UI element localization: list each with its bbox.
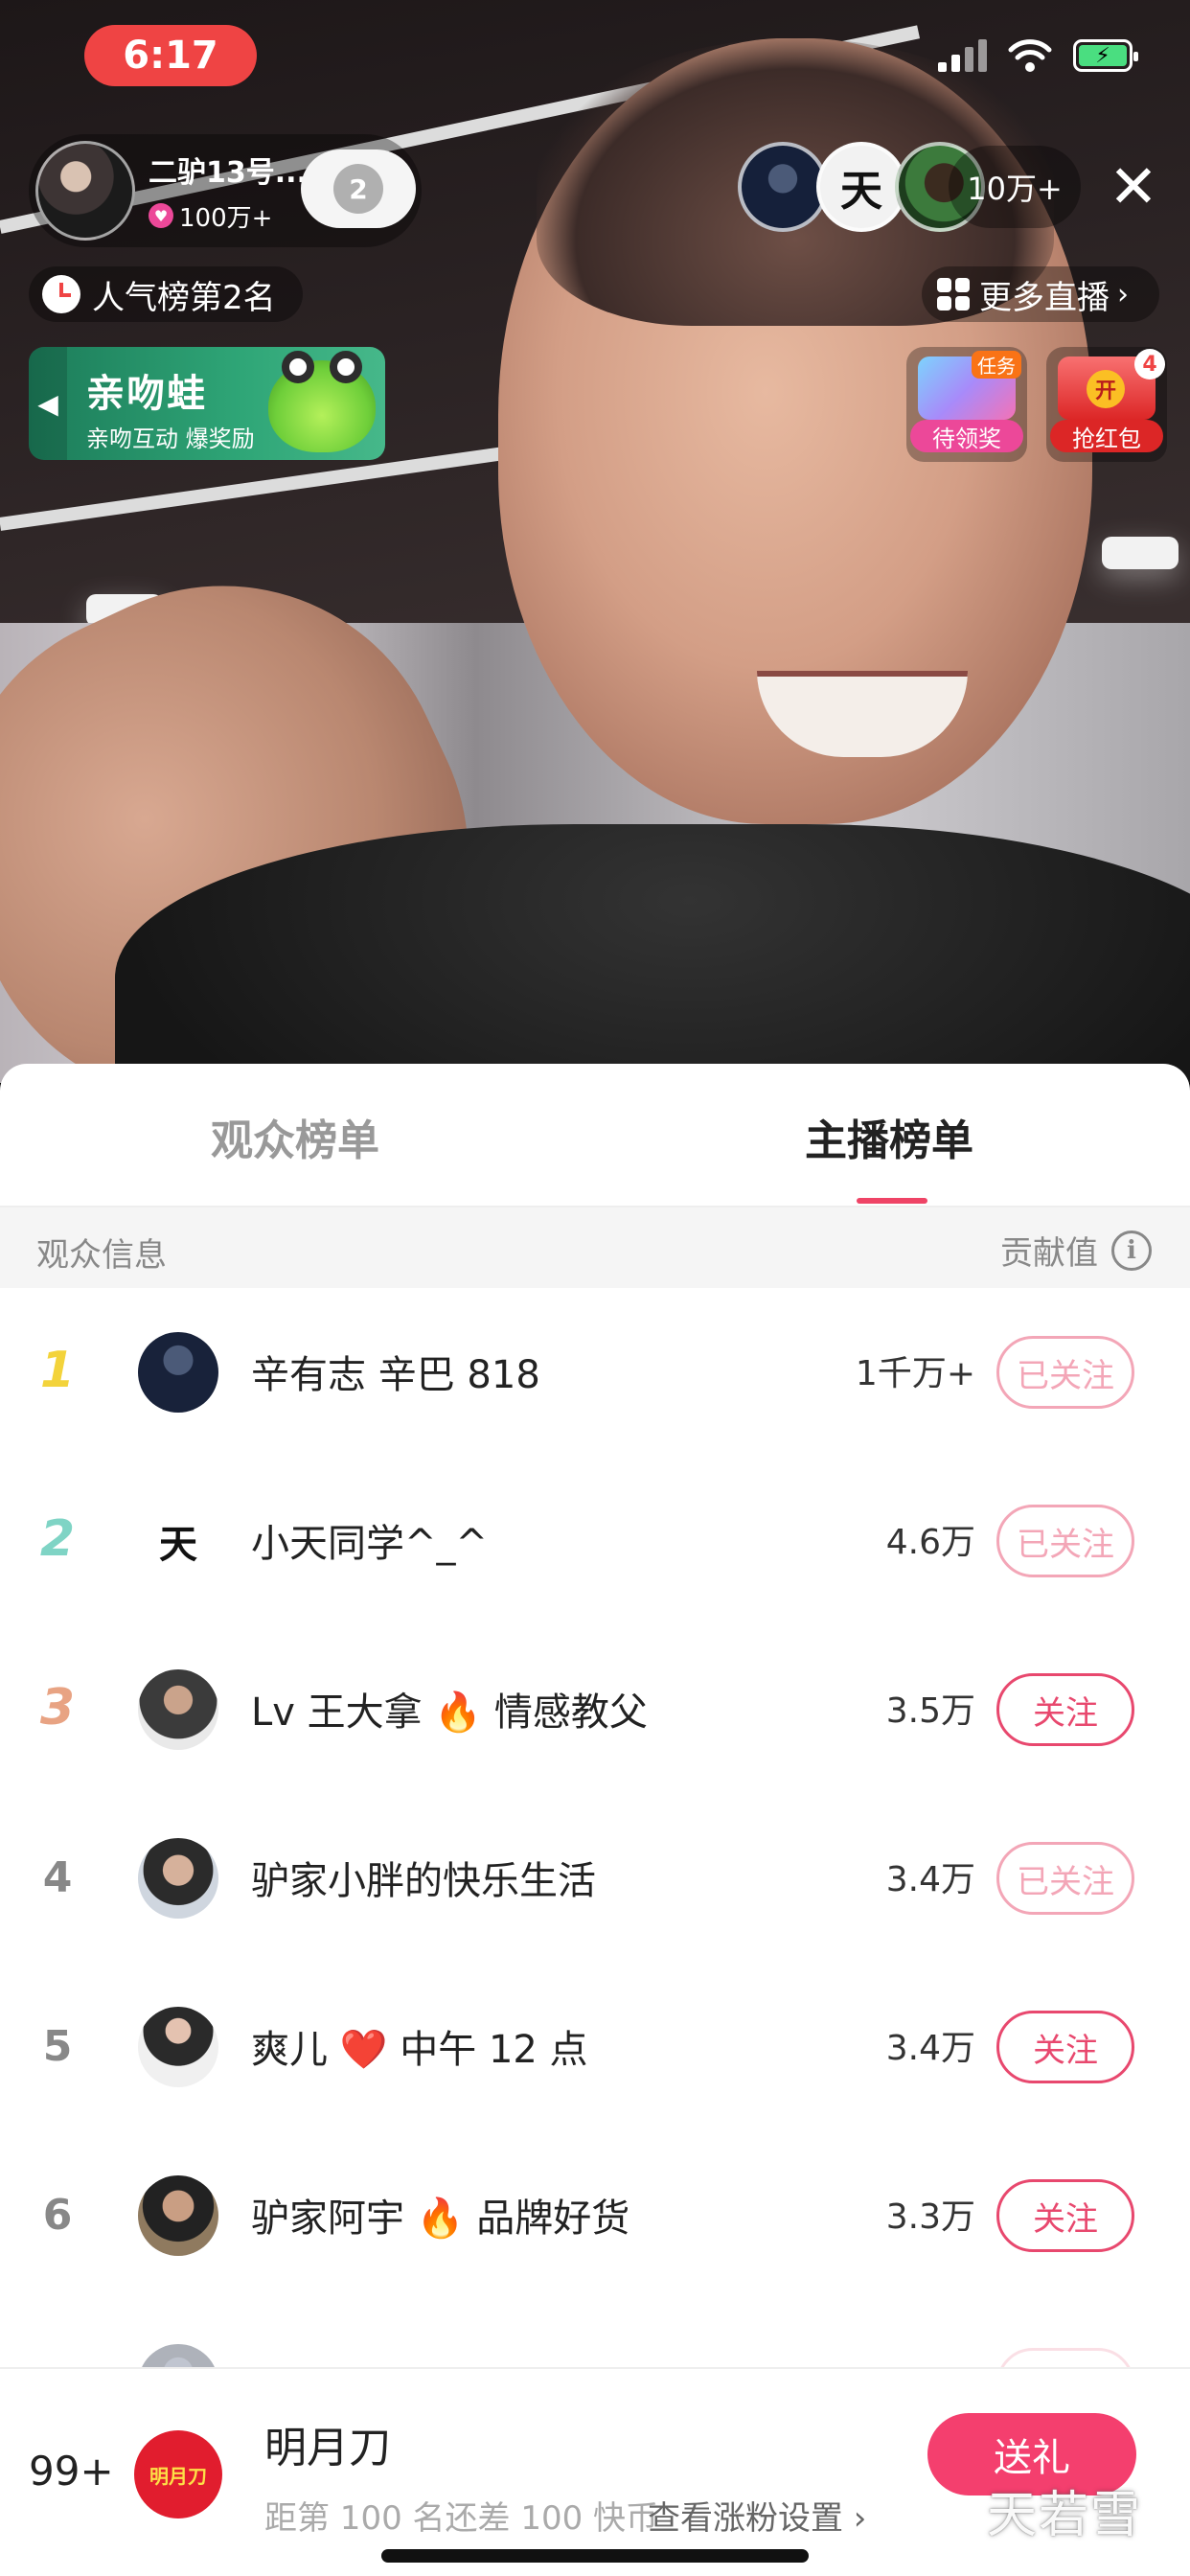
leaderboard-row[interactable]: 6 驴家阿宇 🔥 品牌好货 3.3万 关注 — [0, 2131, 1190, 2300]
tab-host-ranking[interactable]: 主播榜单 — [698, 1106, 1081, 1167]
popularity-rank-chip[interactable]: 人气榜第2名 — [29, 266, 303, 322]
close-icon[interactable]: ✕ — [1100, 153, 1167, 220]
leaderboard-tabs: 观众榜单 主播榜单 — [0, 1064, 1190, 1208]
leaderboard-row[interactable]: 5 爽儿 ❤️ 中午 12 点 3.4万 关注 — [0, 1963, 1190, 2131]
streamer-name: 二驴13号... — [149, 155, 308, 190]
user-name: 爽儿 ❤️ 中午 12 点 — [251, 2028, 588, 2072]
rank-gap-hint: 距第 100 名还差 100 快币 — [264, 2499, 659, 2538]
leaderboard-row[interactable]: 3 Lv 王大拿 🔥 情感教父 3.5万 关注 — [0, 1625, 1190, 1794]
heart-icon: ♥ — [149, 203, 173, 228]
rank-number: 3 — [39, 1679, 76, 1736]
streamer-likes-count: 100万+ — [179, 203, 273, 233]
followed-button[interactable]: 已关注 — [996, 1505, 1134, 1577]
promo-subtitle: 亲吻互动 爆奖励 — [86, 426, 255, 452]
rank-number: 1 — [39, 1342, 76, 1399]
chevron-left-icon[interactable]: ◀ — [29, 347, 67, 460]
tab-audience-ranking[interactable]: 观众榜单 — [103, 1106, 487, 1167]
rank-number: 2 — [39, 1510, 76, 1568]
avatar[interactable] — [138, 1669, 218, 1750]
task-tag: 任务 — [972, 351, 1021, 379]
contribution-value: 4.6万 — [885, 1523, 975, 1562]
follow-button[interactable]: 关注 — [996, 2011, 1134, 2083]
header-contribution-label: 贡献值 — [1000, 1234, 1098, 1273]
my-avatar[interactable]: 明月刀 — [134, 2430, 222, 2518]
avatar[interactable] — [138, 2175, 218, 2256]
red-packet-label: 抢红包 — [1050, 420, 1163, 452]
promo-title: 亲吻蛙 — [86, 372, 207, 416]
user-name: Lv 王大拿 🔥 情感教父 — [251, 1690, 648, 1735]
contribution-value: 3.4万 — [885, 1860, 975, 1899]
grid-icon — [937, 278, 970, 310]
watermark: 天若雪 — [987, 2487, 1143, 2544]
contribution-value: 3.5万 — [885, 1691, 975, 1731]
avatar[interactable] — [138, 1838, 218, 1919]
frog-icon — [268, 351, 376, 452]
battery-charging-icon: ⚡ — [1073, 39, 1138, 72]
user-name: 小天同学^_^ — [251, 1522, 489, 1566]
viewer-avatar[interactable]: 天 — [816, 142, 906, 232]
follow-button[interactable]: 关注 — [996, 1673, 1134, 1746]
my-rank-number: 99+ — [29, 2448, 114, 2495]
fan-level-number: 2 — [333, 164, 383, 214]
status-time: 6:17 — [84, 25, 257, 86]
status-icons: ⚡ — [938, 38, 1138, 73]
followed-button[interactable]: 已关注 — [996, 1336, 1134, 1409]
rank-number: 6 — [42, 2191, 73, 2240]
red-packet-button[interactable]: 开 4 抢红包 — [1046, 347, 1167, 462]
leaderboard-header: 观众信息 贡献值 i — [0, 1208, 1190, 1288]
user-name: 辛有志 辛巴 818 — [251, 1353, 540, 1397]
more-live-button[interactable]: 更多直播 › — [922, 266, 1159, 322]
rank-number: 5 — [42, 2022, 73, 2071]
contribution-value: 1千万+ — [855, 1354, 975, 1393]
pending-reward-button[interactable]: 任务 待领奖 — [906, 347, 1027, 462]
video-shirt — [115, 824, 1190, 1083]
header-audience-info: 观众信息 — [36, 1236, 167, 1275]
red-packet-coin: 开 — [1087, 370, 1125, 408]
header-contribution[interactable]: 贡献值 i — [1000, 1227, 1152, 1274]
streamer-likes: ♥ 100万+ — [149, 198, 308, 234]
leaderboard-row[interactable]: 4 驴家小胖的快乐生活 3.4万 已关注 — [0, 1794, 1190, 1963]
pending-reward-label: 待领奖 — [910, 420, 1023, 452]
my-rank-bar: 99+ 明月刀 明月刀 距第 100 名还差 100 快币 查看涨粉设置 › 送… — [0, 2367, 1190, 2576]
avatar[interactable] — [138, 2007, 218, 2087]
clock-icon — [42, 275, 80, 313]
leaderboard-row[interactable]: 1 辛有志 辛巴 818 1千万+ 已关注 — [0, 1288, 1190, 1457]
contribution-value: 3.4万 — [885, 2029, 975, 2068]
rank-number: 4 — [42, 1853, 73, 1902]
active-tab-indicator — [857, 1198, 927, 1204]
followed-button[interactable]: 已关注 — [996, 1842, 1134, 1915]
user-name: 驴家阿宇 🔥 品牌好货 — [251, 2196, 630, 2241]
avatar[interactable]: 天 — [138, 1501, 218, 1581]
leaderboard-row[interactable]: 2 天 小天同学^_^ 4.6万 已关注 — [0, 1457, 1190, 1625]
viewer-count[interactable]: 10万+ — [949, 146, 1081, 228]
follow-button[interactable]: 关注 — [996, 2179, 1134, 2252]
video-lamp — [1102, 537, 1179, 569]
home-indicator[interactable] — [381, 2549, 809, 2563]
my-name: 明月刀 — [264, 2424, 391, 2472]
chevron-right-icon: › — [1117, 277, 1129, 311]
info-icon[interactable]: i — [1111, 1230, 1152, 1271]
fan-level-badge[interactable]: 2 — [301, 150, 416, 228]
streamer-avatar[interactable] — [35, 141, 135, 241]
contribution-value: 3.3万 — [885, 2197, 975, 2237]
avatar[interactable] — [138, 1332, 218, 1413]
leaderboard-sheet: 观众榜单 主播榜单 观众信息 贡献值 i 1 辛有志 辛巴 818 1千万+ 已… — [0, 1064, 1190, 2576]
popularity-rank-label: 人气榜第2名 — [92, 278, 276, 317]
viewer-avatar[interactable] — [738, 142, 828, 232]
kiss-frog-promo-banner[interactable]: ◀ 亲吻蛙 亲吻互动 爆奖励 — [29, 347, 385, 460]
wifi-icon — [1008, 39, 1052, 72]
red-packet-count-badge: 4 — [1134, 349, 1165, 380]
cellular-signal-icon — [938, 39, 987, 72]
user-name: 驴家小胖的快乐生活 — [251, 1859, 596, 1903]
fans-settings-link[interactable]: 查看涨粉设置 › — [648, 2492, 866, 2539]
more-live-label: 更多直播 — [979, 278, 1110, 317]
